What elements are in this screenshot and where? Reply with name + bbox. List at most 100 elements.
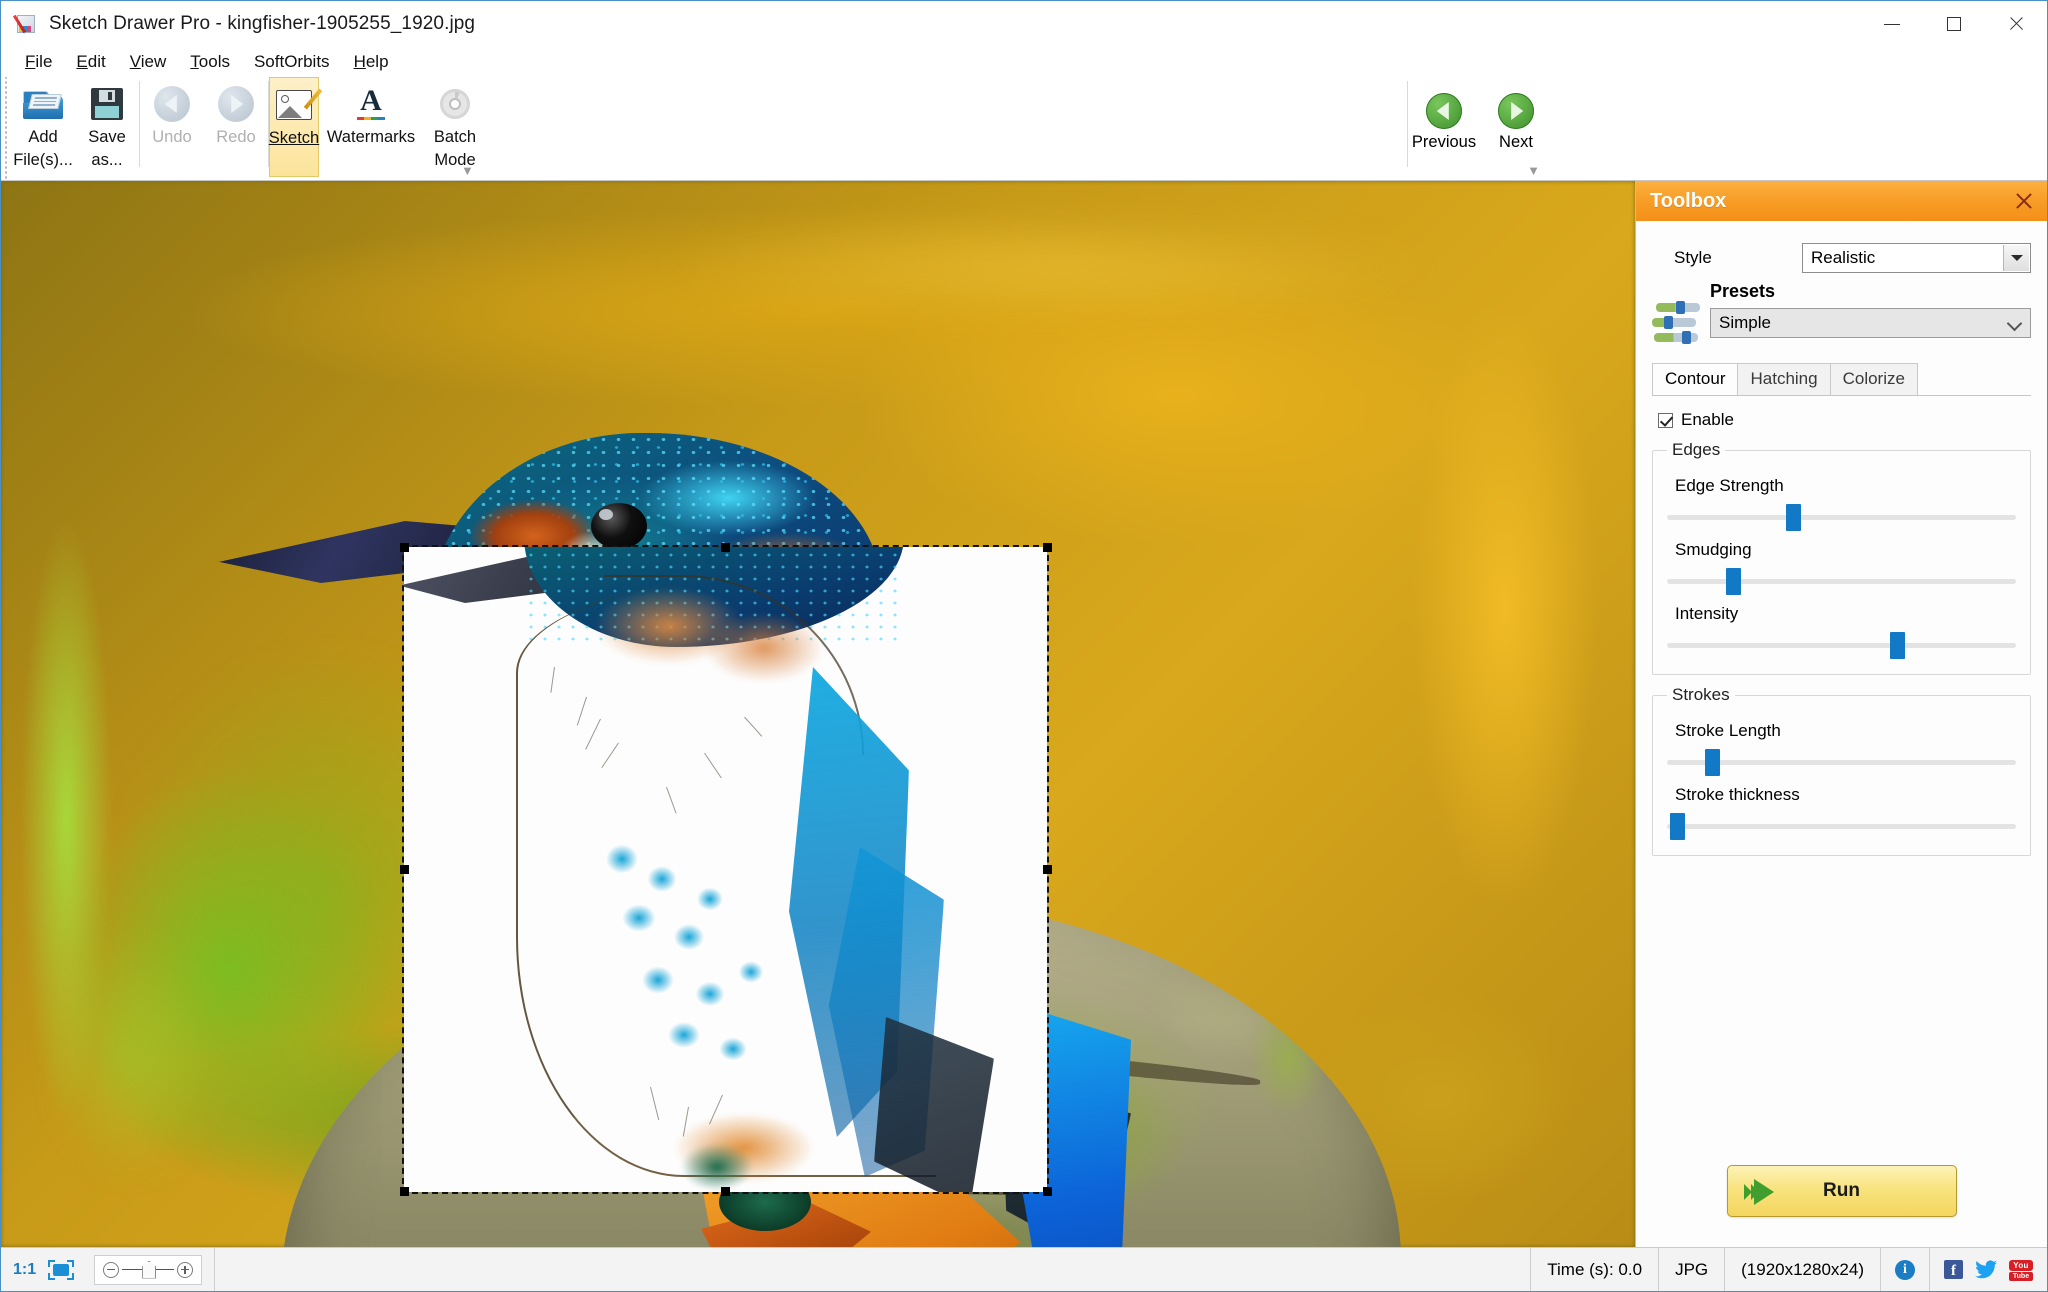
menu-edit[interactable]: Edit: [64, 50, 117, 74]
add-files-button[interactable]: Add File(s)...: [11, 77, 75, 177]
bird-eye: [591, 503, 647, 549]
zoom-slider[interactable]: [94, 1254, 203, 1285]
youtube-icon[interactable]: You Tube: [2009, 1259, 2033, 1281]
toolbar-effects-group: Sketch A Watermarks Batch Mode ▼: [269, 77, 487, 180]
toolbox-title: Toolbox: [1650, 189, 1727, 212]
selection-handle-ne[interactable]: [1043, 543, 1052, 552]
menu-softorbits[interactable]: SoftOrbits: [242, 50, 342, 74]
zoom-in-icon[interactable]: [177, 1261, 194, 1278]
sketch-button[interactable]: Sketch: [268, 77, 323, 177]
presets-dropdown[interactable]: Simple: [1710, 308, 2031, 338]
save-as-button[interactable]: Save as...: [75, 77, 139, 177]
next-label: Next: [1499, 133, 1533, 151]
window-title: Sketch Drawer Pro - kingfisher-1905255_1…: [49, 13, 476, 34]
maximize-button[interactable]: [1923, 1, 1985, 47]
gear-icon: [438, 83, 472, 125]
selection-handle-w[interactable]: [400, 865, 409, 874]
window-controls: [1861, 1, 2047, 47]
facebook-icon[interactable]: f: [1944, 1260, 1963, 1279]
strokes-group: Strokes Stroke Length Stroke thickness: [1652, 685, 2031, 856]
fit-to-window-icon[interactable]: [48, 1259, 75, 1280]
previous-label: Previous: [1411, 133, 1477, 151]
enable-checkbox[interactable]: [1658, 412, 1673, 428]
selection-handle-n[interactable]: [721, 543, 730, 552]
tab-contour[interactable]: Contour: [1652, 363, 1739, 395]
image-canvas[interactable]: [1, 181, 1635, 1247]
effect-tabs: Contour Hatching Colorize: [1652, 363, 2031, 396]
selection-handle-se[interactable]: [1043, 1187, 1052, 1196]
title-bar: Sketch Drawer Pro - kingfisher-1905255_1…: [1, 1, 2047, 47]
slider-thumb[interactable]: [1705, 749, 1721, 776]
toolbar-overflow-icon[interactable]: ▼: [461, 163, 474, 178]
undo-button[interactable]: Undo: [140, 77, 204, 177]
close-button[interactable]: [1985, 1, 2047, 47]
undo-arrow-icon: [154, 83, 190, 125]
selection-handle-e[interactable]: [1043, 865, 1052, 874]
slider-thumb[interactable]: [1726, 568, 1742, 595]
style-value: Realistic: [1811, 248, 1876, 267]
strokes-legend: Strokes: [1672, 685, 1730, 704]
edge-strength-slider[interactable]: [1667, 504, 2016, 531]
selection-handle-nw[interactable]: [400, 543, 409, 552]
toolbar-file-group: Add File(s)... Save as...: [11, 77, 139, 180]
maximize-icon: [1947, 17, 1961, 31]
enable-row[interactable]: Enable: [1658, 410, 2031, 430]
selection-handle-s[interactable]: [721, 1187, 730, 1196]
zoom-ratio-label[interactable]: 1:1: [13, 1261, 36, 1279]
youtube-icon-top: You: [2009, 1259, 2033, 1271]
next-button[interactable]: Next: [1480, 77, 1552, 169]
tab-colorize[interactable]: Colorize: [1829, 363, 1918, 395]
chevron-down-icon: [2006, 315, 2023, 332]
menu-tools[interactable]: Tools: [178, 50, 242, 74]
batch-mode-button[interactable]: Batch Mode: [423, 77, 487, 177]
style-row: Style Realistic: [1652, 243, 2031, 273]
tab-hatching[interactable]: Hatching: [1737, 363, 1831, 395]
zoom-slider-handle[interactable]: [142, 1260, 157, 1279]
status-bar: 1:1 Time (s): 0.0 JPG (1920x1280x24) i f: [1, 1247, 2047, 1291]
selection-crop-preview[interactable]: [402, 545, 1049, 1194]
menu-help[interactable]: Help: [342, 50, 401, 74]
run-area: Run: [1636, 1165, 2047, 1247]
navigation-overflow-icon[interactable]: ▼: [1527, 163, 1540, 178]
stroke-length-label: Stroke Length: [1675, 721, 1781, 740]
previous-button[interactable]: Previous: [1408, 77, 1480, 169]
info-icon[interactable]: i: [1895, 1259, 1915, 1280]
toolbox-body: Style Realistic Presets Simple Contour H…: [1636, 221, 2047, 1165]
sketch-icon: [276, 84, 323, 126]
stroke-thickness-slider[interactable]: [1667, 813, 2016, 840]
slider-track: [1667, 643, 2016, 648]
selection-handle-sw[interactable]: [400, 1187, 409, 1196]
minimize-button[interactable]: [1861, 1, 1923, 47]
slider-thumb[interactable]: [1785, 504, 1801, 531]
stroke-thickness-label: Stroke thickness: [1675, 785, 1800, 804]
add-files-label-2: File(s)...: [13, 150, 73, 169]
presets-label: Presets: [1710, 281, 1776, 301]
toolbar-grip[interactable]: [1, 77, 11, 180]
sketch-drawer-icon: [12, 13, 37, 35]
folder-add-icon: [23, 83, 63, 125]
close-icon[interactable]: [2013, 190, 2035, 212]
toolbar-history-group: Undo Redo: [140, 77, 268, 180]
watermark-a-icon: A: [354, 83, 388, 125]
twitter-icon[interactable]: [1975, 1260, 1997, 1279]
intensity-slider[interactable]: [1667, 632, 2016, 659]
slider-track: [1667, 824, 2016, 829]
slider-thumb[interactable]: [1890, 632, 1906, 659]
floppy-disk-icon: [91, 83, 123, 125]
green-left-arrow-icon: [1426, 89, 1462, 133]
sketch-label: Sketch: [268, 129, 320, 147]
watermarks-label: Watermarks: [326, 128, 416, 146]
slider-thumb[interactable]: [1670, 813, 1686, 840]
undo-label: Undo: [152, 128, 192, 146]
style-dropdown[interactable]: Realistic: [1802, 243, 2031, 273]
stroke-length-slider[interactable]: [1667, 749, 2016, 776]
smudging-slider[interactable]: [1667, 568, 2016, 595]
menu-file[interactable]: File: [13, 50, 64, 74]
watermarks-button[interactable]: A Watermarks: [319, 77, 423, 177]
redo-button[interactable]: Redo: [204, 77, 268, 177]
presets-row: Presets Simple: [1652, 281, 2031, 345]
menu-view[interactable]: View: [118, 50, 179, 74]
zoom-out-icon[interactable]: [103, 1261, 120, 1278]
run-button[interactable]: Run: [1726, 1165, 1957, 1217]
slider-track: [1667, 515, 2016, 520]
